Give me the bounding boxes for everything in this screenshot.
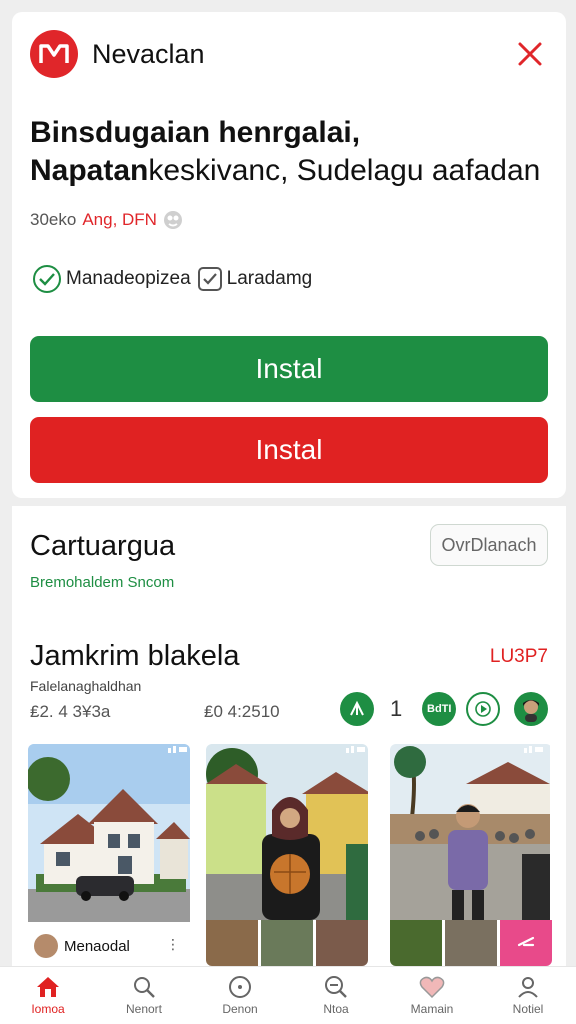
thumbnail-strip-2 bbox=[390, 920, 552, 966]
mini-photo-2[interactable] bbox=[261, 920, 313, 966]
thumbnail-house[interactable]: Menaodal ⋮ bbox=[28, 744, 190, 966]
mini-photo-3[interactable] bbox=[316, 920, 368, 966]
tab-discover[interactable]: Denon bbox=[192, 967, 288, 1024]
circle-check-icon bbox=[33, 265, 61, 293]
user-icon bbox=[518, 977, 538, 998]
tab-explore[interactable]: Ntoa bbox=[288, 967, 384, 1024]
tab-search[interactable]: Nenort bbox=[96, 967, 192, 1024]
share-icon bbox=[517, 936, 535, 947]
search-icon bbox=[134, 977, 155, 998]
action-icons: 1 BdTI bbox=[340, 692, 549, 726]
tab-label-favorites: Mamain bbox=[410, 1002, 454, 1016]
close-icon bbox=[518, 42, 542, 66]
feature-title: Jamkrim blakela bbox=[30, 640, 240, 672]
magnify-icon bbox=[325, 976, 347, 998]
app-logo bbox=[30, 30, 78, 78]
checkbox-icon bbox=[197, 267, 222, 291]
tab-home[interactable]: Iomoa bbox=[0, 967, 96, 1024]
thumbnail-grid: Menaodal ⋮ bbox=[28, 744, 552, 966]
section-action-button[interactable]: OvrDlanach bbox=[430, 524, 548, 566]
feature-subtitle: Falelanaghaldhan bbox=[30, 678, 142, 694]
globe-icon bbox=[163, 211, 182, 229]
check-label-1: Manadeopizea bbox=[66, 268, 191, 289]
meta-highlight: Ang, DFN bbox=[82, 210, 157, 229]
house-photo bbox=[28, 744, 190, 922]
stat-1: ₤2. 4 3¥3a bbox=[30, 702, 111, 721]
tab-profile[interactable]: Notiel bbox=[480, 967, 576, 1024]
feature-code: LU3P7 bbox=[489, 646, 548, 667]
crowd-photo bbox=[390, 744, 550, 920]
install-button-primary[interactable]: Instal bbox=[30, 336, 548, 402]
headline-line2: Napatankeskivanc, Sudelagu aafadan bbox=[30, 152, 550, 190]
bottom-tab-bar: Iomoa Nenort Denon Ntoa Mamain Notiel bbox=[0, 966, 576, 1024]
thumbnail-crowd[interactable] bbox=[390, 744, 552, 966]
app-name: Nevaclan bbox=[92, 38, 205, 69]
home-icon bbox=[37, 977, 59, 997]
tab-label-explore: Ntoa bbox=[323, 1002, 349, 1016]
play-icon bbox=[475, 701, 492, 717]
section-title: Cartuargua bbox=[30, 530, 176, 562]
headline-line2-bold: Napatan bbox=[30, 154, 149, 187]
install-button-secondary[interactable]: Instal bbox=[30, 417, 548, 483]
woman-photo bbox=[206, 744, 368, 920]
thumbnail-caption: Menaodal bbox=[34, 934, 130, 958]
leaf-icon bbox=[350, 700, 364, 716]
app-info-card: Nevaclan Binsdugaian henrgalai, Napatank… bbox=[12, 12, 566, 498]
play-button[interactable] bbox=[466, 692, 501, 726]
app-header: Nevaclan bbox=[30, 30, 548, 78]
tab-favorites[interactable]: Mamain bbox=[384, 967, 480, 1024]
m-logo-icon bbox=[39, 44, 69, 63]
count-value: 1 bbox=[390, 696, 403, 721]
share-bubble[interactable] bbox=[500, 920, 552, 966]
section-subtitle: Bremohaldem Sncom bbox=[30, 574, 175, 591]
heart-icon bbox=[419, 976, 445, 999]
headline: Binsdugaian henrgalai, Napatankeskivanc,… bbox=[30, 114, 550, 190]
check-label-2: Laradamg bbox=[226, 268, 313, 289]
compass-icon bbox=[229, 976, 251, 998]
profile-avatar[interactable] bbox=[514, 692, 549, 726]
tab-label-home: Iomoa bbox=[31, 1002, 65, 1016]
feature-checks: Manadeopizea Laradamg bbox=[32, 264, 318, 294]
leaf-button[interactable] bbox=[340, 692, 374, 726]
close-button[interactable] bbox=[512, 36, 548, 72]
caption-text: Menaodal bbox=[64, 937, 130, 955]
headline-line1: Binsdugaian henrgalai, bbox=[30, 116, 361, 149]
mini-photo-4[interactable] bbox=[390, 920, 442, 966]
thumbnail-woman[interactable] bbox=[206, 744, 368, 966]
content-card: Cartuargua Bremohaldem Sncom OvrDlanach … bbox=[12, 506, 566, 976]
tab-label-search: Nenort bbox=[125, 1002, 163, 1016]
badge-button[interactable]: BdTI bbox=[422, 692, 457, 726]
headline-line2-rest: keskivanc, Sudelagu aafadan bbox=[148, 154, 541, 187]
stat-2: ₤0 4:2510 bbox=[204, 702, 280, 721]
meta-prefix: 30eko bbox=[30, 210, 77, 229]
mini-photo-1[interactable] bbox=[206, 920, 258, 966]
tab-label-discover: Denon bbox=[222, 1002, 258, 1016]
meta-info: 30eko Ang, DFN bbox=[30, 210, 183, 230]
more-options-icon[interactable]: ⋮ bbox=[166, 936, 180, 953]
tab-label-profile: Notiel bbox=[512, 1002, 544, 1016]
caption-avatar bbox=[34, 934, 58, 958]
mini-photo-5[interactable] bbox=[445, 920, 497, 966]
check-item-2[interactable]: Laradamg bbox=[197, 266, 313, 292]
person-avatar-icon bbox=[523, 700, 540, 722]
thumbnail-strip bbox=[206, 920, 368, 966]
check-item-1[interactable]: Manadeopizea bbox=[32, 264, 191, 294]
